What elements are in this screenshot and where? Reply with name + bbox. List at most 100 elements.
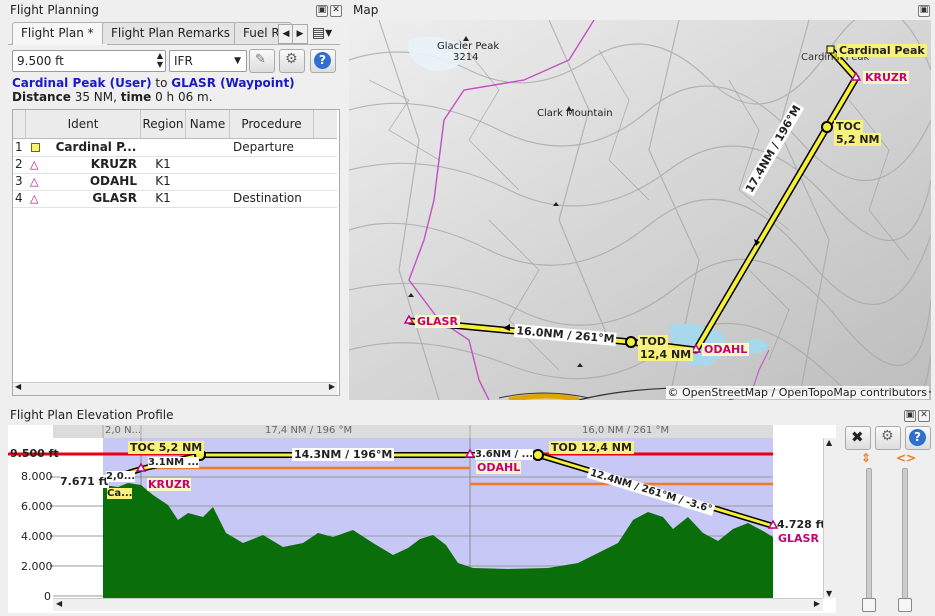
route-to-word: to [155, 76, 168, 90]
time-label: time [120, 90, 152, 104]
distance-label: Distance [12, 90, 71, 104]
y-tick-4000: 4.000 [21, 530, 53, 543]
cruise-altitude-spinbox[interactable]: 9.500 ft ▲ ▼ [12, 50, 166, 72]
scroll-down-icon[interactable]: ▼ [826, 589, 832, 598]
column-header-procedure[interactable]: Procedure [230, 110, 314, 139]
vertical-zoom-handle[interactable] [862, 598, 876, 612]
map-label-glacier-peak: Glacier Peak [437, 41, 500, 52]
map-label-glacier-peak-elev: 3214 [453, 52, 479, 63]
help-button[interactable]: ? [310, 49, 336, 73]
route-summary: Cardinal Peak (User) to GLASR (Waypoint) [12, 76, 295, 90]
profile-expand-button[interactable]: ✖ [845, 426, 871, 450]
scroll-left-icon[interactable]: ◀ [56, 599, 62, 608]
map-label-toc: TOC [834, 120, 863, 133]
row-ident: Cardinal P... [55, 140, 137, 154]
row-number: 1 [15, 140, 23, 154]
map-label-odahl[interactable]: ODAHL [702, 343, 750, 356]
distance-summary: Distance 35 NM, time 0 h 06 m. [12, 90, 213, 104]
profile-waypoint-glasr[interactable]: GLASR [778, 532, 819, 545]
tod-label: TOD 12,4 NM [549, 441, 634, 454]
column-header-rownum[interactable] [13, 110, 26, 139]
y-tick-2000: 2.000 [21, 560, 53, 573]
float-dock-icon[interactable]: ▣ [316, 5, 328, 17]
column-header-name[interactable]: Name [186, 110, 230, 139]
scroll-right-icon[interactable]: ▶ [814, 599, 820, 608]
user-waypoint-square-icon [31, 143, 40, 152]
vertical-zoom-slider[interactable] [866, 468, 872, 604]
expand-arrows-icon: ✖ [851, 428, 864, 446]
column-header-more[interactable] [314, 110, 337, 139]
row-number: 3 [15, 174, 23, 188]
route-from-link[interactable]: Cardinal Peak (User) [12, 76, 152, 90]
horizontal-zoom-handle[interactable] [898, 598, 912, 612]
map-label-tod: TOD [638, 335, 668, 348]
scroll-right-icon[interactable]: ▶ [329, 382, 335, 391]
flight-rules-value: IFR [174, 54, 193, 68]
end-altitude-label: 4.728 ft [777, 518, 826, 531]
pencil-ruler-icon: ✎ [255, 52, 266, 67]
row-procedure: Departure [233, 140, 294, 154]
row-region [143, 139, 183, 156]
table-row[interactable]: 4 △ GLASR K1 Destination [13, 190, 337, 208]
gear-icon: ⚙ [285, 51, 298, 67]
toc-marker-icon[interactable] [821, 121, 833, 133]
map-label-kruzr[interactable]: KRUZR [863, 71, 910, 84]
table-row[interactable]: 1 Cardinal P... Departure [13, 139, 337, 157]
map-label-cardinal-peak[interactable]: Cardinal Peak [837, 44, 927, 57]
toc-label: TOC 5,2 NM [128, 441, 205, 454]
row-region: K1 [155, 191, 171, 205]
profile-settings-button[interactable]: ⚙ [875, 426, 901, 450]
profile-waypoint-kruzr[interactable]: KRUZR [147, 478, 192, 491]
profile-vertical-scrollbar[interactable]: ▲ ▼ [823, 438, 836, 598]
horizontal-zoom-icon: <> [896, 451, 917, 465]
tab-flight-plan-remarks[interactable]: Flight Plan Remarks [102, 22, 237, 44]
map-view[interactable]: Glacier Peak 3214 Clark Mountain Cardina… [349, 20, 931, 400]
table-row[interactable]: 3 △ ODAHL K1 [13, 173, 337, 191]
row-region: K1 [155, 157, 171, 171]
profile-title: Flight Plan Elevation Profile [10, 408, 174, 422]
help-icon: ? [314, 52, 331, 69]
y-tick-8000: 8.000 [21, 470, 53, 483]
tab-scroll-right-icon[interactable]: ▶ [292, 24, 308, 44]
table-row[interactable]: 2 △ KRUZR K1 [13, 156, 337, 174]
tab-list-menu-icon[interactable]: ▤▾ [308, 24, 336, 42]
settings-button[interactable]: ⚙ [279, 49, 305, 73]
vertical-zoom-icon: ⇕ [861, 451, 872, 465]
scroll-up-icon[interactable]: ▲ [826, 438, 832, 447]
distance-value: 35 NM, [74, 90, 117, 104]
close-dock-icon[interactable]: ✕ [330, 5, 342, 17]
y-tick-0: 0 [44, 590, 51, 603]
map-title: Map [353, 3, 379, 17]
scroll-left-icon[interactable]: ◀ [15, 382, 21, 391]
leg-label-odahl: 3.6NM / ... [475, 449, 534, 460]
profile-horizontal-scrollbar[interactable]: ◀ ▶ [53, 598, 823, 611]
column-header-region[interactable]: Region [141, 110, 186, 139]
float-map-icon[interactable]: ▣ [918, 5, 930, 17]
row-ident: KRUZR [90, 157, 137, 171]
map-label-clark-mountain: Clark Mountain [537, 108, 613, 119]
waypoint-triangle-icon: △ [30, 175, 39, 188]
route-to-link[interactable]: GLASR (Waypoint) [171, 76, 294, 90]
table-horizontal-scrollbar[interactable]: ◀ ▶ [13, 382, 337, 395]
map-label-tod-distance: 12,4 NM [638, 348, 694, 361]
flight-plan-table[interactable]: Ident Region Name Procedure 1 Cardinal P… [12, 109, 340, 396]
spin-arrows-icon[interactable]: ▲ ▼ [157, 51, 163, 69]
row-region: K1 [155, 174, 171, 188]
profile-segment-3: 16,0 NM / 261 °M [582, 425, 670, 436]
tod-marker-icon[interactable] [625, 336, 637, 348]
route-calc-button[interactable]: ✎ [249, 49, 275, 73]
leg-label-cruise: 14.3NM / 196°M [292, 448, 395, 461]
profile-help-button[interactable]: ? [905, 426, 931, 450]
profile-waypoint-odahl[interactable]: ODAHL [476, 461, 522, 474]
row-procedure: Destination [233, 191, 302, 205]
close-profile-icon[interactable]: ✕ [918, 410, 930, 422]
flight-rules-select[interactable]: IFR ▼ [169, 50, 247, 72]
elevation-profile[interactable]: 2,0 N... 17,4 NM / 196 °M 16,0 NM / 261 … [8, 425, 836, 613]
map-label-glasr[interactable]: GLASR [415, 315, 460, 328]
profile-waypoint-start[interactable]: Ca... [107, 488, 133, 499]
tod-marker-icon[interactable] [532, 449, 544, 461]
float-profile-icon[interactable]: ▣ [904, 410, 916, 422]
column-header-ident[interactable]: Ident [26, 110, 141, 139]
horizontal-zoom-slider[interactable] [902, 468, 908, 604]
tab-flight-plan[interactable]: Flight Plan * [12, 22, 108, 45]
